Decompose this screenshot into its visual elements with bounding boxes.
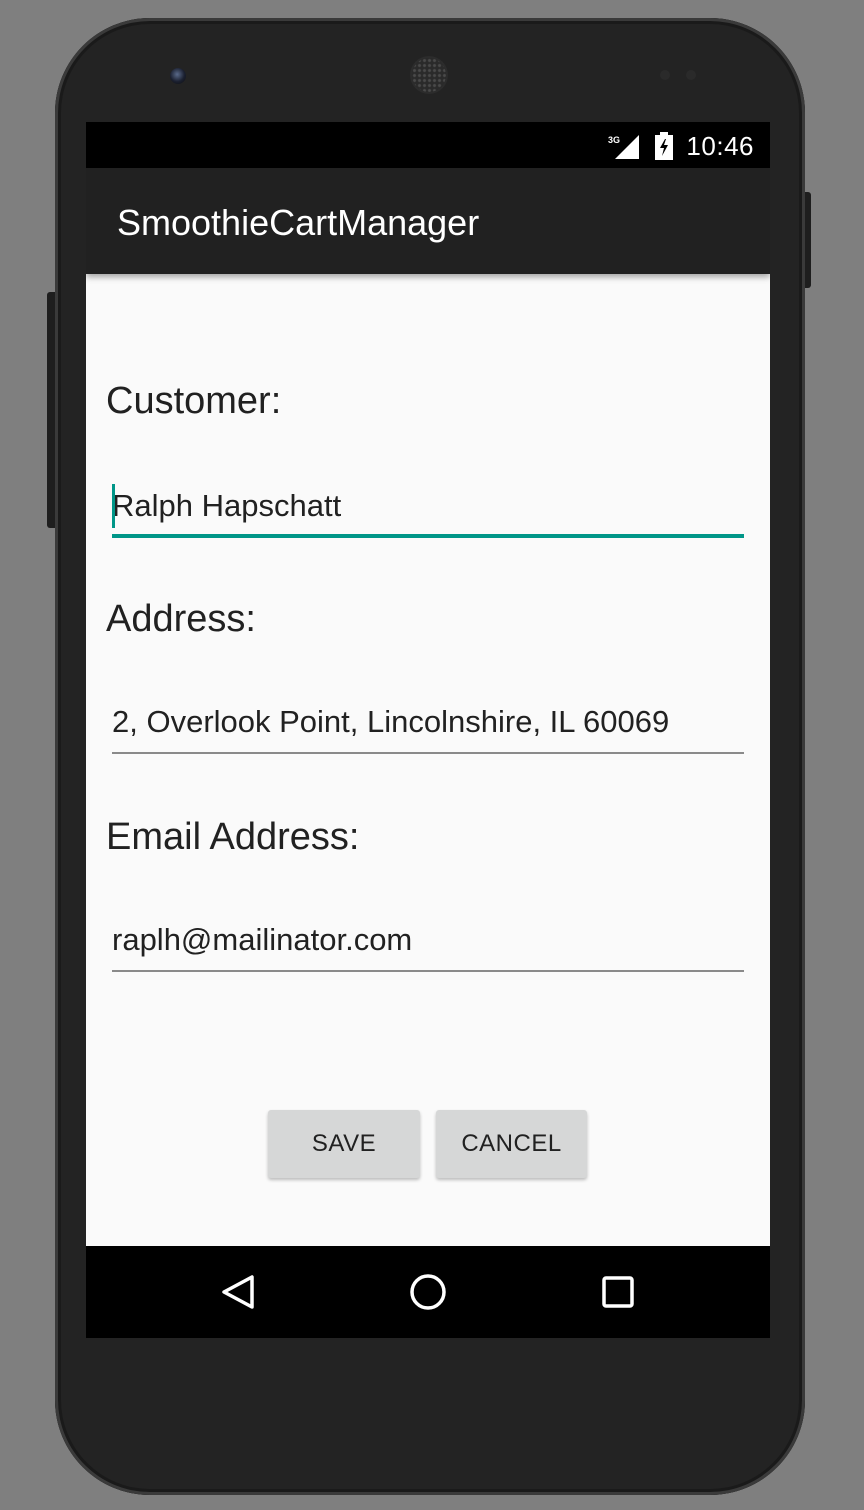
navigation-bar bbox=[86, 1246, 770, 1338]
app-title: SmoothieCartManager bbox=[117, 202, 480, 243]
customer-field[interactable] bbox=[112, 478, 744, 538]
cell-signal-icon: 3G bbox=[608, 135, 639, 159]
light-sensor bbox=[686, 70, 696, 80]
front-camera bbox=[170, 68, 186, 84]
back-icon[interactable] bbox=[218, 1272, 258, 1312]
network-type-label: 3G bbox=[608, 135, 620, 145]
email-input[interactable] bbox=[112, 912, 744, 968]
home-icon[interactable] bbox=[408, 1272, 448, 1312]
proximity-sensor bbox=[660, 70, 670, 80]
customer-underline bbox=[112, 534, 744, 538]
save-button[interactable]: SAVE bbox=[268, 1110, 420, 1178]
text-cursor bbox=[112, 484, 115, 528]
email-underline bbox=[112, 970, 744, 972]
email-label: Email Address: bbox=[106, 816, 360, 858]
customer-label: Customer: bbox=[106, 380, 282, 422]
app-bar: SmoothieCartManager bbox=[86, 168, 770, 274]
address-input[interactable] bbox=[112, 694, 744, 750]
status-time: 10:46 bbox=[686, 131, 754, 161]
earpiece-speaker bbox=[412, 58, 446, 92]
address-field[interactable] bbox=[112, 694, 744, 754]
recents-icon[interactable] bbox=[598, 1272, 638, 1312]
address-underline bbox=[112, 752, 744, 754]
customer-input[interactable] bbox=[112, 478, 744, 534]
device-screen: 3G 10:46 SmoothieCartManager Customer: A… bbox=[86, 122, 770, 1338]
address-label: Address: bbox=[106, 598, 256, 640]
email-field[interactable] bbox=[112, 912, 744, 972]
cancel-button[interactable]: CANCEL bbox=[436, 1110, 587, 1178]
status-bar: 3G 10:46 bbox=[86, 122, 770, 168]
battery-icon bbox=[655, 132, 673, 160]
